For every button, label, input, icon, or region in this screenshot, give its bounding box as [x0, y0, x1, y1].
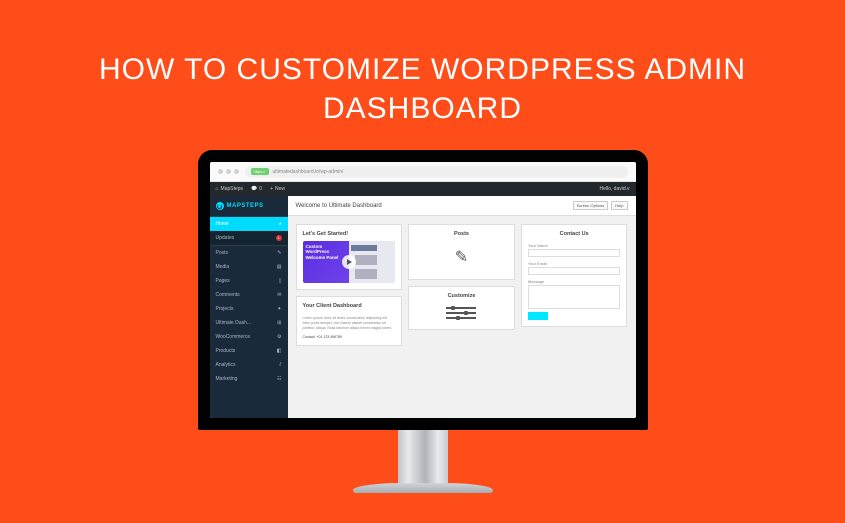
page-title: Welcome to Ultimate Dashboard: [296, 203, 382, 209]
product-icon: ◧: [277, 348, 282, 354]
sidebar-item-media[interactable]: Media▤: [210, 260, 288, 274]
sidebar-item-products[interactable]: Products◧: [210, 344, 288, 358]
message-label: Message: [528, 279, 621, 284]
url-bar[interactable]: https:// ultimatedashboard.io/wp-admin/: [245, 166, 628, 178]
sidebar-item-updates[interactable]: Updates 1: [210, 231, 288, 245]
widget-client-dashboard: Your Client Dashboard Lorem ipsum dolor …: [296, 296, 403, 346]
monitor-stand-neck: [398, 430, 448, 485]
https-badge: https://: [251, 168, 269, 175]
wp-content-area: Welcome to Ultimate Dashboard Screen Opt…: [288, 196, 636, 418]
widget-title: Let's Get Started!: [303, 231, 396, 237]
sidebar-item-home[interactable]: Home ◕: [210, 217, 288, 231]
hero-title: HOW TO CUSTOMIZE WORDPRESS ADMIN DASHBOA…: [0, 0, 845, 148]
sidebar-item-analytics[interactable]: Analytics⫽: [210, 358, 288, 372]
dash-icon: ⊞: [277, 320, 281, 326]
minimize-dot[interactable]: [226, 169, 231, 174]
widget-title: Posts: [415, 231, 508, 237]
email-input[interactable]: [528, 267, 621, 275]
video-thumbnail[interactable]: Custom WordPress Welcome Panel: [303, 241, 396, 283]
brand-icon: [216, 202, 224, 210]
project-icon: ✦: [277, 306, 281, 312]
content-header: Welcome to Ultimate Dashboard Screen Opt…: [288, 196, 636, 216]
sliders-icon: [415, 307, 508, 319]
admin-greeting[interactable]: Hello, david.v: [599, 186, 629, 192]
close-dot[interactable]: [218, 169, 223, 174]
window-controls: [218, 169, 239, 174]
sidebar-item-pages[interactable]: Pages▯: [210, 274, 288, 288]
pin-icon: ✎: [277, 250, 281, 256]
monitor-mockup: https:// ultimatedashboard.io/wp-admin/ …: [198, 150, 648, 493]
comment-icon: ✉: [277, 292, 281, 298]
woo-icon: ⚙: [277, 334, 281, 340]
help-button[interactable]: Help: [611, 201, 627, 210]
submit-button[interactable]: [528, 312, 548, 320]
widget-contact-us: Contact Us Your Name Your Email Message: [521, 224, 628, 327]
widget-title: Customize: [415, 293, 508, 299]
wp-admin-bar: ⌂ MapSteps 💬 0 + New Hello, david.v: [210, 182, 636, 196]
name-label: Your Name: [528, 243, 621, 248]
gauge-icon: ◕: [278, 221, 281, 227]
home-icon: ⌂: [216, 186, 219, 192]
sidebar-item-posts[interactable]: Posts✎: [210, 246, 288, 260]
widget-body-text: Lorem ipsum dolor sit amet, consectetur …: [303, 316, 396, 331]
url-text: ultimatedashboard.io/wp-admin/: [273, 169, 344, 175]
email-label: Your Email: [528, 261, 621, 266]
widget-customize[interactable]: Customize: [408, 286, 515, 330]
comment-icon: 💬: [251, 186, 257, 192]
message-textarea[interactable]: [528, 285, 621, 309]
play-icon[interactable]: [342, 255, 356, 269]
admin-comments-link[interactable]: 💬 0: [251, 186, 262, 192]
monitor-stand-base: [353, 483, 493, 493]
brand-logo[interactable]: MAPSTEPS: [210, 196, 288, 216]
pencil-icon: ✎: [415, 247, 508, 267]
sidebar-item-woocommerce[interactable]: WooCommerce⚙: [210, 330, 288, 344]
sidebar-item-comments[interactable]: Comments✉: [210, 288, 288, 302]
admin-new-link[interactable]: + New: [270, 186, 285, 192]
widget-get-started: Let's Get Started! Custom WordPress Welc…: [296, 224, 403, 290]
media-icon: ▤: [277, 264, 282, 270]
browser-chrome: https:// ultimatedashboard.io/wp-admin/: [210, 162, 636, 182]
sidebar-item-marketing[interactable]: Marketing☷: [210, 372, 288, 386]
widget-posts[interactable]: Posts ✎: [408, 224, 515, 280]
dashboard-widgets: Let's Get Started! Custom WordPress Welc…: [288, 216, 636, 418]
admin-site-link[interactable]: ⌂ MapSteps: [216, 186, 244, 192]
contact-info: Contact: +01 123 456789: [303, 335, 396, 339]
screen-options-button[interactable]: Screen Options: [573, 201, 609, 210]
monitor-screen: https:// ultimatedashboard.io/wp-admin/ …: [210, 162, 636, 418]
maximize-dot[interactable]: [234, 169, 239, 174]
marketing-icon: ☷: [277, 376, 281, 382]
sidebar-item-projects[interactable]: Projects✦: [210, 302, 288, 316]
widget-title: Contact Us: [528, 231, 621, 237]
page-icon: ▯: [279, 278, 282, 284]
wp-sidebar: MAPSTEPS Home ◕ Updates 1: [210, 196, 288, 418]
plus-icon: +: [270, 186, 273, 192]
sidebar-item-ultimate-dash[interactable]: Ultimate Dash...⊞: [210, 316, 288, 330]
monitor-bezel: https:// ultimatedashboard.io/wp-admin/ …: [198, 150, 648, 430]
widget-title: Your Client Dashboard: [303, 303, 396, 309]
hero-banner: HOW TO CUSTOMIZE WORDPRESS ADMIN DASHBOA…: [0, 0, 845, 523]
update-badge: 1: [276, 235, 282, 241]
name-input[interactable]: [528, 249, 621, 257]
analytics-icon: ⫽: [279, 362, 281, 368]
wp-body: MAPSTEPS Home ◕ Updates 1: [210, 196, 636, 418]
